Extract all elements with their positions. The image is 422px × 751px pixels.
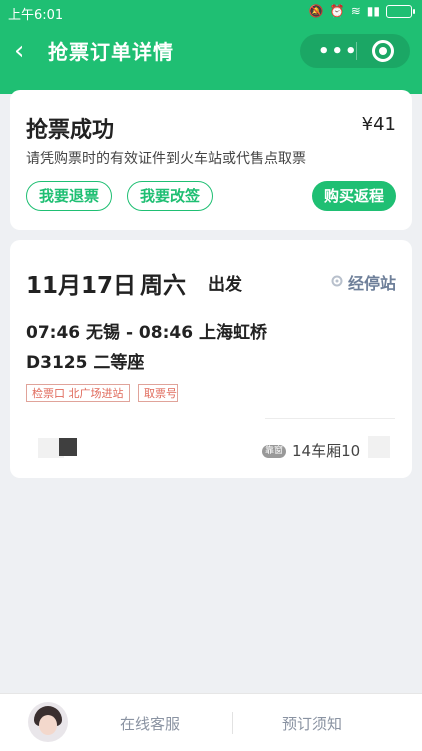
trip-date: 11月17日 (26, 273, 137, 299)
pickup-note: 请凭购票时的有效证件到火车站或代售点取票 (26, 151, 306, 167)
footer-bar: 在线客服 预订须知 (0, 693, 422, 751)
mini-program-capsule: ••• (300, 34, 410, 68)
buy-return-button[interactable]: 购买返程 (311, 181, 396, 211)
nav-bar: ‹ 抢票订单详情 ••• (0, 26, 422, 78)
trip-card: 11月17日 周六 出发 经停站 07:46 无锡 - 08:46 上海虹桥 D… (10, 240, 412, 478)
seat-number-redacted (368, 436, 390, 458)
trip-route: 07:46 无锡 - 08:46 上海虹桥 (26, 323, 267, 343)
alarm-icon: ⏰ (329, 4, 345, 18)
capsule-divider (356, 42, 357, 60)
seat-info: 14车厢10 (292, 442, 361, 460)
footer-divider (232, 712, 233, 734)
window-seat-badge: 靠窗 (262, 445, 287, 458)
booking-notice-link[interactable]: 预订须知 (282, 713, 342, 734)
battery-icon (386, 4, 415, 18)
status-bar: 上午6:01 🔕 ⏰ ≋ ▮▮ (0, 0, 422, 24)
change-ticket-button[interactable]: 我要改签 (127, 181, 214, 211)
back-icon[interactable]: ‹ (14, 36, 36, 66)
avatar-face (39, 715, 57, 735)
more-icon[interactable]: ••• (318, 41, 359, 62)
passenger-icon (59, 438, 77, 456)
location-pin-icon (331, 275, 343, 287)
train-info: D3125 二等座 (26, 353, 145, 373)
online-service-link[interactable]: 在线客服 (120, 713, 180, 734)
signal-icon: ▮▮ (366, 4, 380, 18)
status-time: 上午6:01 (8, 8, 64, 23)
depart-label: 出发 (208, 275, 242, 295)
status-icons: 🔕 ⏰ ≋ ▮▮ (308, 4, 415, 18)
close-circle-icon[interactable] (372, 40, 394, 62)
result-card: 抢票成功 ¥41 请凭购票时的有效证件到火车站或代售点取票 我要退票 我要改签 … (10, 90, 412, 230)
divider (265, 418, 395, 419)
wifi-icon: ≋ (350, 4, 361, 18)
page-title: 抢票订单详情 (48, 40, 174, 64)
avatar[interactable] (28, 702, 68, 742)
result-title: 抢票成功 (26, 118, 115, 143)
stops-link[interactable]: 经停站 (330, 270, 396, 294)
app-header: 上午6:01 🔕 ⏰ ≋ ▮▮ ‹ 抢票订单详情 ••• (0, 0, 422, 94)
gate-tag: 检票口 北广场进站 (26, 384, 130, 402)
refund-button[interactable]: 我要退票 (26, 181, 113, 211)
ticket-price: ¥41 (361, 114, 396, 135)
stops-label: 经停站 (347, 274, 396, 293)
mute-icon: 🔕 (308, 4, 324, 18)
trip-weekday: 周六 (140, 273, 186, 299)
pickup-number-tag: 取票号 (138, 384, 178, 402)
